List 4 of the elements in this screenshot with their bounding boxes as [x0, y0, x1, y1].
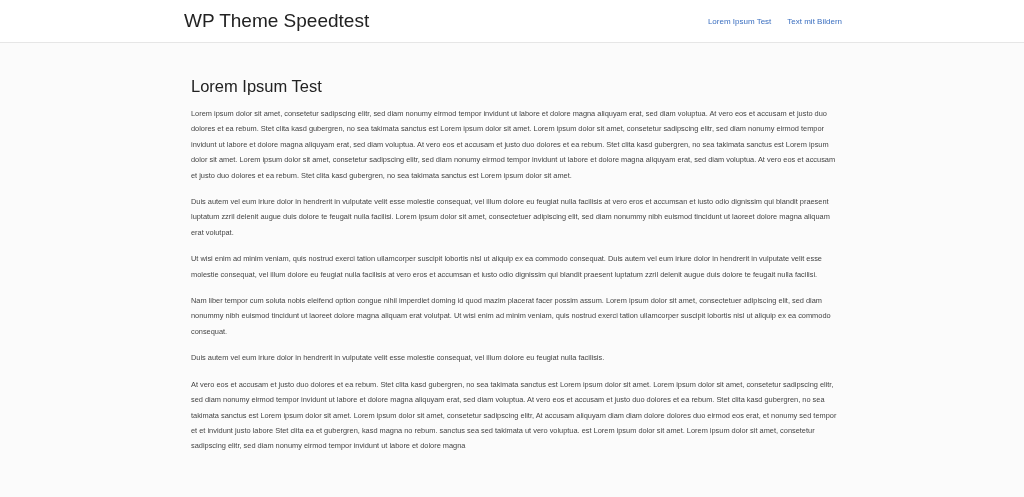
- article-title: Lorem Ipsum Test: [191, 77, 323, 96]
- nav-link[interactable]: Lorem Ipsum Test: [707, 16, 772, 26]
- nav-link[interactable]: Text mit Bildern: [787, 16, 842, 26]
- site-title[interactable]: WP Theme Speedtest: [184, 10, 370, 32]
